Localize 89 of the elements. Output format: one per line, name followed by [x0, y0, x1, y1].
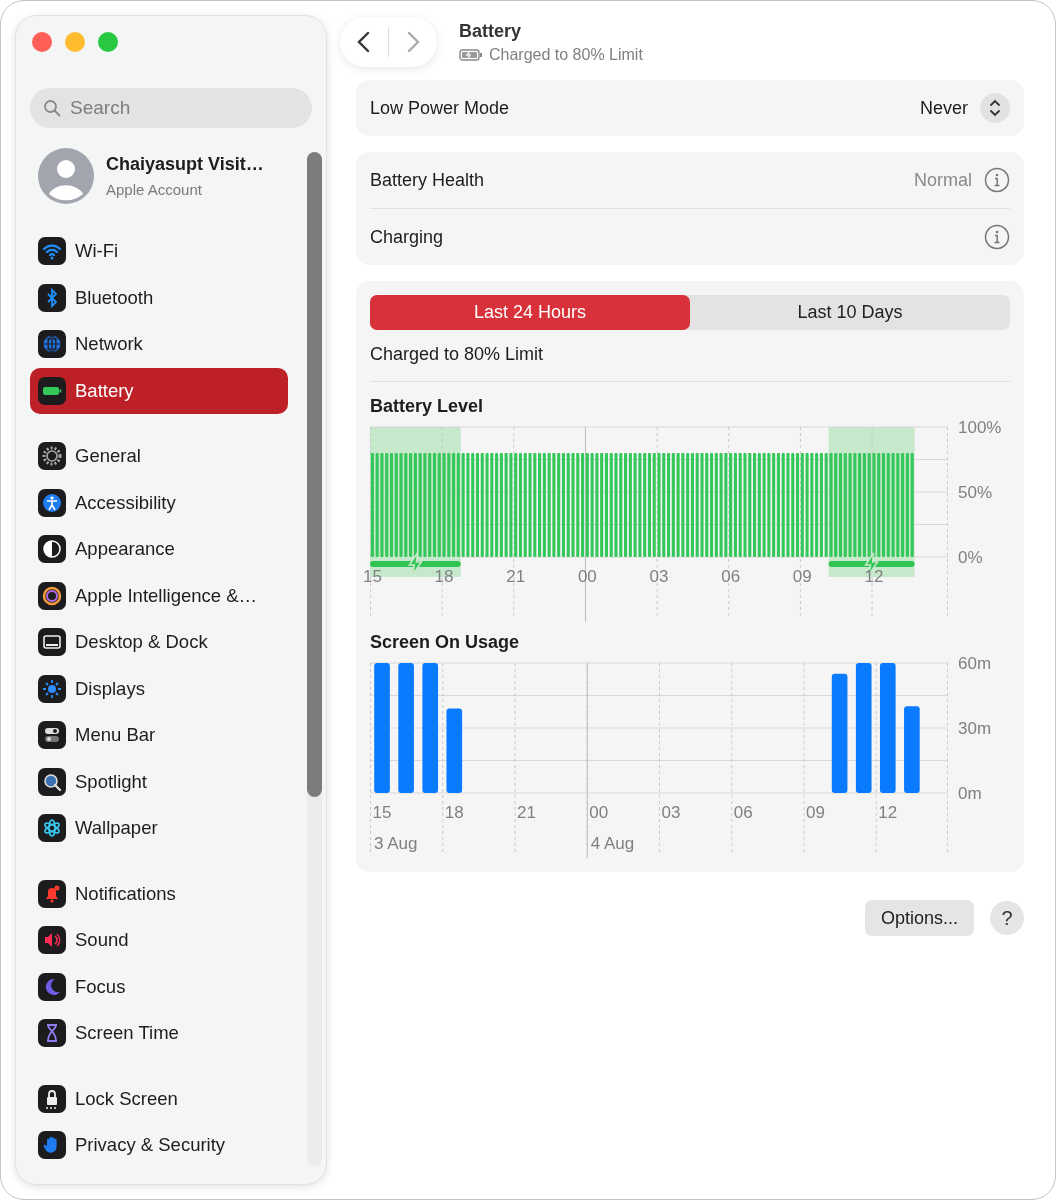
avatar-icon[interactable] [38, 148, 94, 204]
gear-icon [38, 442, 66, 471]
stepper-icon[interactable] [980, 93, 1010, 123]
hand-icon [38, 1131, 66, 1160]
account-name[interactable]: Chaiyasupt Visit… [106, 154, 264, 175]
axis-label: 00 [589, 803, 609, 822]
sidebar-item[interactable]: Notifications [30, 870, 288, 917]
toggles-icon [38, 721, 66, 750]
axis-label: 60m [958, 654, 992, 673]
sun-icon [38, 674, 66, 703]
search-icon [43, 99, 61, 117]
help-button[interactable]: ? [990, 901, 1024, 935]
flower-icon [38, 814, 66, 843]
speaker-icon [38, 926, 66, 955]
chart-title: Screen On Usage [370, 632, 521, 653]
bluetooth-icon [38, 283, 66, 312]
appearance-icon [38, 535, 66, 564]
row-label: Charging [370, 226, 444, 248]
scrollbar-thumb[interactable] [307, 152, 322, 797]
page-title: Battery [459, 20, 523, 42]
axis-label: 00 [577, 567, 597, 586]
sidebar-item[interactable]: Appearance [30, 526, 288, 573]
axis-label: 0% [958, 548, 983, 567]
bell-icon [38, 879, 66, 908]
lock-icon [38, 1084, 66, 1113]
sidebar-item[interactable]: Displays [30, 665, 288, 712]
sidebar-item[interactable]: Wi-Fi [30, 228, 288, 275]
axis-label: 12 [878, 803, 898, 822]
axis-label: 50% [958, 483, 993, 502]
chart-title: Battery Level [370, 396, 485, 417]
battery-icon [38, 376, 66, 405]
axis-label: 09 [792, 567, 812, 586]
axis-label: 21 [506, 567, 526, 586]
row-label: Battery Health [370, 169, 485, 191]
wifi-icon [38, 237, 66, 266]
axis-label: 15 [362, 567, 382, 586]
close-button[interactable] [32, 32, 52, 52]
axis-label: 15 [372, 803, 392, 822]
axis-label: 12 [864, 567, 884, 586]
axis-label: 03 [661, 803, 681, 822]
axis-label: 21 [517, 803, 536, 822]
zoom-button[interactable] [98, 32, 118, 52]
options-button[interactable]: Options... [864, 900, 974, 936]
moon-icon [38, 972, 66, 1001]
sidebar-item[interactable]: Privacy & Security [30, 1122, 288, 1169]
date-label: 4 Aug [590, 834, 635, 853]
popup-value[interactable]: Never [920, 97, 968, 119]
hourglass-icon [38, 1019, 66, 1048]
segment-tab[interactable]: Last 10 Days [690, 295, 1010, 330]
axis-label: 0m [958, 784, 982, 803]
date-label: 3 Aug [374, 834, 418, 853]
sidebar-item[interactable]: Spotlight [30, 758, 288, 805]
sparkle-icon [38, 581, 66, 610]
charge-status: Charged to 80% Limit [370, 344, 545, 365]
segment-tab[interactable]: Last 24 Hours [370, 295, 690, 330]
sidebar-item[interactable]: Wallpaper [30, 805, 288, 852]
info-icon[interactable] [984, 167, 1010, 193]
axis-label: 06 [733, 803, 753, 822]
sidebar-item[interactable]: Apple Intelligence &… [30, 572, 288, 619]
sidebar-item[interactable]: Battery [30, 367, 288, 414]
search-field[interactable]: Search [30, 88, 312, 128]
axis-label: 18 [444, 803, 464, 822]
axis-label: 18 [434, 567, 454, 586]
search-icon [38, 767, 66, 796]
accessibility-icon [38, 488, 66, 517]
dock-icon [38, 628, 66, 657]
sidebar-item[interactable]: Focus [30, 963, 288, 1010]
globe-icon [38, 330, 66, 359]
axis-label: 30m [958, 719, 992, 738]
battery-icon [459, 48, 483, 61]
sidebar-item[interactable]: Bluetooth [30, 274, 288, 321]
axis-label: 100% [958, 418, 1002, 437]
axis-label: 06 [721, 567, 741, 586]
row-label: Low Power Mode [370, 97, 510, 119]
sidebar-item[interactable]: Screen Time [30, 1010, 288, 1057]
sidebar-item[interactable]: Desktop & Dock [30, 619, 288, 666]
axis-label: 09 [806, 803, 825, 822]
sidebar-item[interactable]: Accessibility [30, 479, 288, 526]
account-subtitle: Apple Account [106, 181, 203, 198]
info-icon[interactable] [984, 224, 1010, 250]
sidebar-item[interactable]: Menu Bar [30, 712, 288, 759]
row-value: Normal [914, 169, 972, 191]
sidebar-item[interactable]: General [30, 433, 288, 480]
sidebar-item[interactable]: Lock Screen [30, 1075, 288, 1122]
sidebar-item[interactable]: Sound [30, 917, 288, 964]
page-subtitle: Charged to 80% Limit [489, 45, 643, 64]
sidebar-item[interactable]: Network [30, 321, 288, 368]
minimize-button[interactable] [65, 32, 85, 52]
axis-label: 03 [649, 567, 669, 586]
